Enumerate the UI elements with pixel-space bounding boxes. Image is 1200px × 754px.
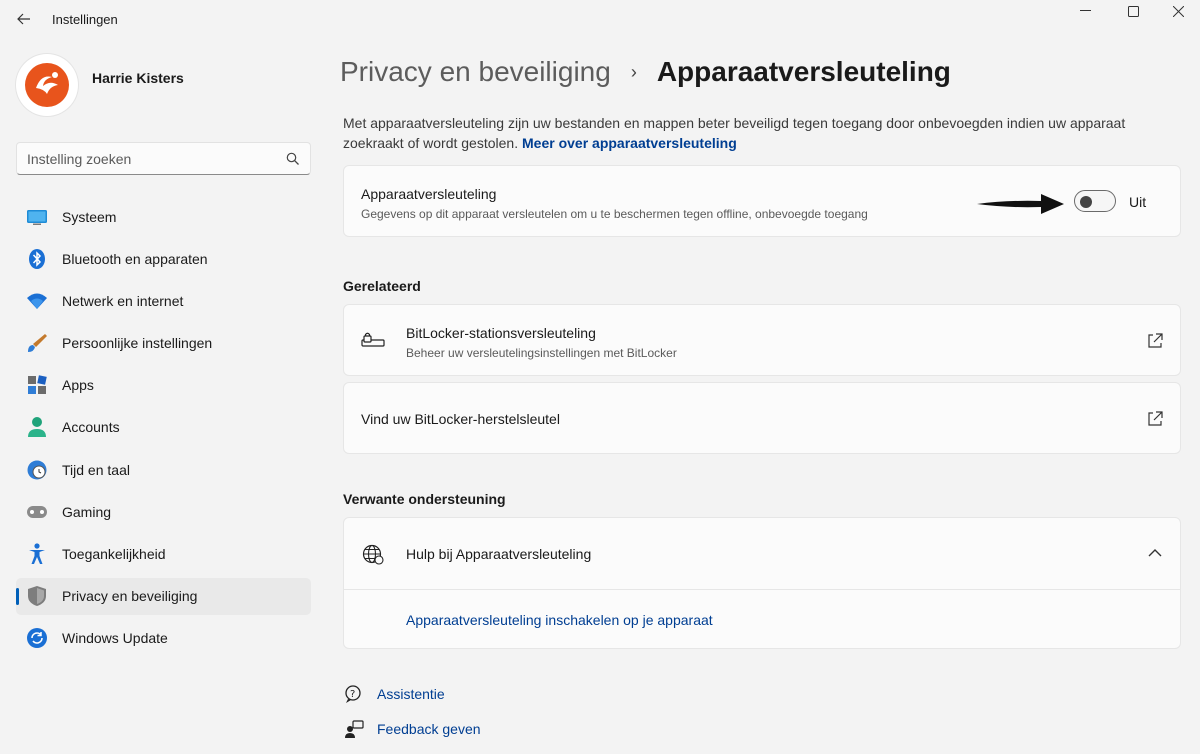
support-link[interactable]: Apparaatversleuteling inschakelen op je … (406, 612, 713, 628)
toggle-state-label: Uit (1129, 194, 1147, 210)
sidebar-item-label: Accounts (62, 419, 120, 436)
feedback-icon (343, 718, 365, 740)
bluetooth-icon (26, 248, 48, 270)
related-heading: Gerelateerd (343, 278, 421, 294)
setting-subtitle: Gegevens op dit apparaat versleutelen om… (361, 207, 868, 221)
sidebar-item-apps[interactable]: Apps (16, 367, 311, 404)
sidebar-item-label: Apps (62, 377, 94, 394)
sidebar-item-tijd-taal[interactable]: Tijd en taal (16, 451, 311, 488)
sidebar-item-label: Systeem (62, 208, 117, 225)
sidebar-item-bluetooth[interactable]: Bluetooth en apparaten (16, 240, 311, 277)
sidebar-item-label: Tijd en taal (62, 461, 130, 478)
minimize-button[interactable] (1062, 0, 1108, 22)
sidebar-item-systeem[interactable]: Systeem (16, 198, 311, 235)
sidebar-item-label: Persoonlijke instellingen (62, 335, 213, 352)
divider (344, 589, 1180, 590)
close-icon (1172, 5, 1184, 17)
wifi-icon (26, 290, 48, 312)
sidebar-item-toegankelijkheid[interactable]: Toegankelijkheid (16, 536, 311, 573)
breadcrumb-separator: › (630, 61, 637, 82)
support-heading: Verwante ondersteuning (343, 491, 506, 507)
bitlocker-title: BitLocker-stationsversleuteling (406, 325, 596, 341)
sidebar-item-gaming[interactable]: Gaming (16, 493, 311, 530)
encryption-setting-card: Apparaatversleuteling Gegevens op dit ap… (343, 165, 1181, 237)
chevron-up-icon[interactable] (1148, 548, 1162, 558)
search-input[interactable]: Instelling zoeken (27, 151, 286, 167)
brush-icon (26, 332, 48, 354)
page-description: Met apparaatversleuteling zijn uw bestan… (343, 113, 1173, 153)
bitlocker-card[interactable]: BitLocker-stationsversleuteling Beheer u… (343, 304, 1181, 376)
sidebar-item-label: Toegankelijkheid (62, 546, 166, 562)
support-card: Hulp bij Apparaatversleuteling Apparaatv… (343, 517, 1181, 649)
help-chat-icon: ? (343, 683, 365, 705)
toggle-knob (1080, 196, 1092, 208)
setting-title: Apparaatversleuteling (361, 186, 497, 202)
accessibility-icon (26, 543, 48, 565)
breadcrumb: Privacy en beveiliging › Apparaatversleu… (340, 56, 951, 88)
person-icon (26, 416, 48, 438)
bitlocker-icon (361, 328, 385, 352)
sidebar-item-label: Privacy en beveiliging (62, 588, 198, 605)
close-button[interactable] (1155, 0, 1200, 22)
learn-more-link[interactable]: Meer over apparaatversleuteling (522, 135, 737, 151)
feedback-label: Feedback geven (377, 721, 481, 737)
external-link-icon (1148, 411, 1163, 426)
sidebar-item-accounts[interactable]: Accounts (16, 409, 311, 446)
apps-icon (26, 374, 48, 396)
avatar-logo-icon (25, 63, 69, 107)
feedback-link[interactable]: Feedback geven (343, 718, 481, 740)
recovery-key-title: Vind uw BitLocker-herstelsleutel (361, 411, 560, 427)
sidebar-item-persoonlijk[interactable]: Persoonlijke instellingen (16, 325, 311, 362)
sidebar-item-label: Bluetooth en apparaten (62, 250, 208, 267)
sidebar-item-label: Windows Update (62, 630, 168, 647)
update-icon (26, 627, 48, 649)
sidebar-item-privacy[interactable]: Privacy en beveiliging (16, 577, 311, 615)
app-title: Instellingen (52, 12, 118, 27)
shield-icon (26, 585, 48, 607)
maximize-icon (1127, 5, 1139, 17)
arrow-pointer-icon (977, 194, 1064, 214)
gamepad-icon (26, 501, 48, 523)
minimize-icon (1079, 10, 1091, 11)
title-bar: Instellingen (0, 0, 1200, 38)
page-title: Apparaatversleuteling (656, 56, 951, 87)
sidebar-item-netwerk[interactable]: Netwerk en internet (16, 282, 311, 319)
search-box[interactable]: Instelling zoeken (16, 142, 311, 175)
monitor-icon (26, 206, 48, 228)
clock-globe-icon (26, 459, 48, 481)
sidebar-item-label: Gaming (62, 503, 112, 520)
search-icon (286, 152, 299, 165)
support-title[interactable]: Hulp bij Apparaatversleuteling (406, 546, 591, 562)
breadcrumb-parent[interactable]: Privacy en beveiliging (340, 56, 611, 88)
external-link-icon (1148, 333, 1163, 348)
svg-text:?: ? (350, 689, 355, 700)
globe-icon (361, 542, 385, 566)
encryption-toggle[interactable] (1074, 190, 1116, 212)
assist-link[interactable]: ? Assistentie (343, 683, 445, 705)
bitlocker-subtitle: Beheer uw versleutelingsinstellingen met… (406, 346, 677, 360)
sidebar-item-label: Netwerk en internet (62, 292, 184, 309)
avatar (16, 54, 78, 116)
user-name: Harrie Kisters (92, 70, 184, 86)
back-button[interactable] (10, 6, 38, 32)
sidebar-nav: Systeem Bluetooth en apparaten Netwerk e… (16, 198, 311, 662)
sidebar-item-windows-update[interactable]: Windows Update (16, 620, 311, 657)
recovery-key-card[interactable]: Vind uw BitLocker-herstelsleutel (343, 382, 1181, 454)
assist-label: Assistentie (377, 686, 445, 702)
back-arrow-icon (17, 13, 30, 25)
user-profile[interactable] (16, 54, 78, 116)
maximize-button[interactable] (1110, 0, 1156, 22)
